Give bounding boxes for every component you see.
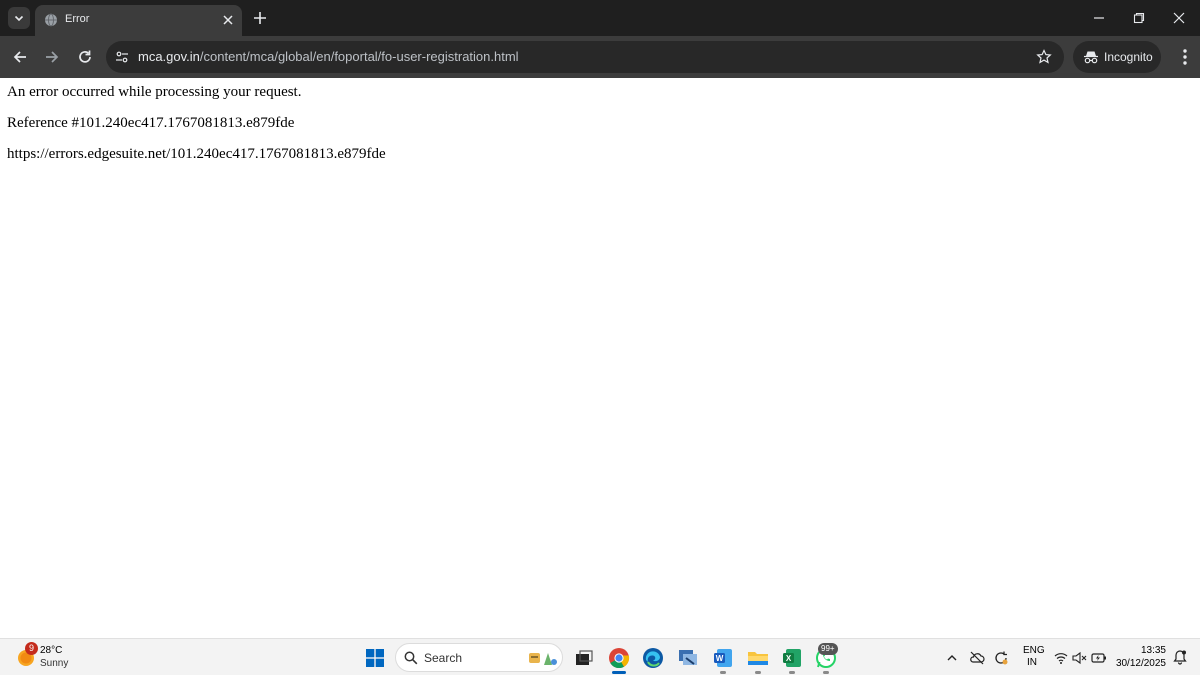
url-path: /content/mca/global/en/foportal/fo-user-… <box>199 49 519 64</box>
globe-icon <box>45 13 57 27</box>
clock[interactable]: 13:35 30/12/2025 <box>1108 644 1166 670</box>
more-vert-icon[interactable] <box>1176 47 1194 67</box>
search-label: Search <box>424 651 463 665</box>
svg-text:W: W <box>716 654 724 663</box>
error-url: https://errors.edgesuite.net/101.240ec41… <box>7 146 386 162</box>
file-explorer-icon[interactable] <box>746 646 770 670</box>
search-icon <box>404 651 418 665</box>
language-indicator[interactable]: ENG IN <box>1023 645 1045 669</box>
clock-date: 30/12/2025 <box>1115 658 1166 669</box>
site-info-icon[interactable] <box>115 50 129 64</box>
incognito-icon <box>1084 51 1098 64</box>
url-host: mca.gov.in <box>138 49 200 64</box>
url-text: mca.gov.in/content/mca/global/en/foporta… <box>138 49 519 64</box>
reload-icon[interactable] <box>76 48 94 66</box>
windows-taskbar: 9 28°C Sunny Search W X 99+ ENG IN 13:35… <box>0 638 1200 675</box>
weather-badge: 9 <box>25 642 38 655</box>
chevron-down-icon <box>14 15 24 22</box>
active-tab[interactable]: Error <box>35 5 242 36</box>
word-icon[interactable]: W <box>711 646 735 670</box>
plus-icon[interactable] <box>252 10 268 26</box>
chrome-active-indicator <box>612 671 626 674</box>
restore-icon[interactable] <box>1132 11 1146 25</box>
explorer-open-indicator <box>755 671 761 674</box>
incognito-button[interactable]: Incognito <box>1073 41 1161 73</box>
forward-arrow-icon[interactable] <box>43 48 61 66</box>
close-icon[interactable] <box>221 13 235 27</box>
incognito-label: Incognito <box>1104 50 1153 64</box>
error-reference: Reference #101.240ec417.1767081813.e879f… <box>7 115 295 131</box>
whatsapp-open-indicator <box>823 671 829 674</box>
cloud-off-icon[interactable] <box>969 650 985 666</box>
windows-start-icon[interactable] <box>365 648 385 668</box>
back-arrow-icon[interactable] <box>11 48 29 66</box>
chevron-up-icon[interactable] <box>944 650 960 666</box>
chrome-icon[interactable] <box>607 646 631 670</box>
excel-open-indicator <box>789 671 795 674</box>
weather-condition: Sunny <box>40 658 69 669</box>
wifi-icon[interactable] <box>1053 650 1069 666</box>
svg-text:X: X <box>786 654 792 663</box>
clock-time: 13:35 <box>1140 645 1166 656</box>
network-tool-icon[interactable] <box>676 646 700 670</box>
page-content: An error occurred while processing your … <box>0 78 1200 638</box>
volume-muted-icon[interactable] <box>1071 650 1087 666</box>
excel-icon[interactable]: X <box>780 646 804 670</box>
word-open-indicator <box>720 671 726 674</box>
edge-icon[interactable] <box>641 646 665 670</box>
language-line1: ENG <box>1023 645 1045 656</box>
search-highlight-icon <box>529 653 557 665</box>
weather-temp: 28°C <box>40 645 63 656</box>
tab-strip: Error <box>0 0 1200 36</box>
taskbar-search[interactable]: Search <box>395 643 563 672</box>
error-message: An error occurred while processing your … <box>7 84 302 100</box>
star-icon[interactable] <box>1036 49 1052 65</box>
battery-icon[interactable] <box>1091 650 1107 666</box>
sync-icon[interactable] <box>993 650 1009 666</box>
minimize-icon[interactable] <box>1092 11 1106 25</box>
window-close-icon[interactable] <box>1172 11 1186 25</box>
address-bar[interactable]: mca.gov.in/content/mca/global/en/foporta… <box>106 41 1064 73</box>
task-view-icon[interactable] <box>572 646 596 670</box>
language-line2: IN <box>1027 657 1037 668</box>
tab-search-button[interactable] <box>8 7 30 29</box>
notification-bell-icon[interactable] <box>1172 649 1188 665</box>
browser-toolbar: mca.gov.in/content/mca/global/en/foporta… <box>0 36 1200 78</box>
tab-title: Error <box>65 13 90 25</box>
whatsapp-badge: 99+ <box>818 643 838 655</box>
